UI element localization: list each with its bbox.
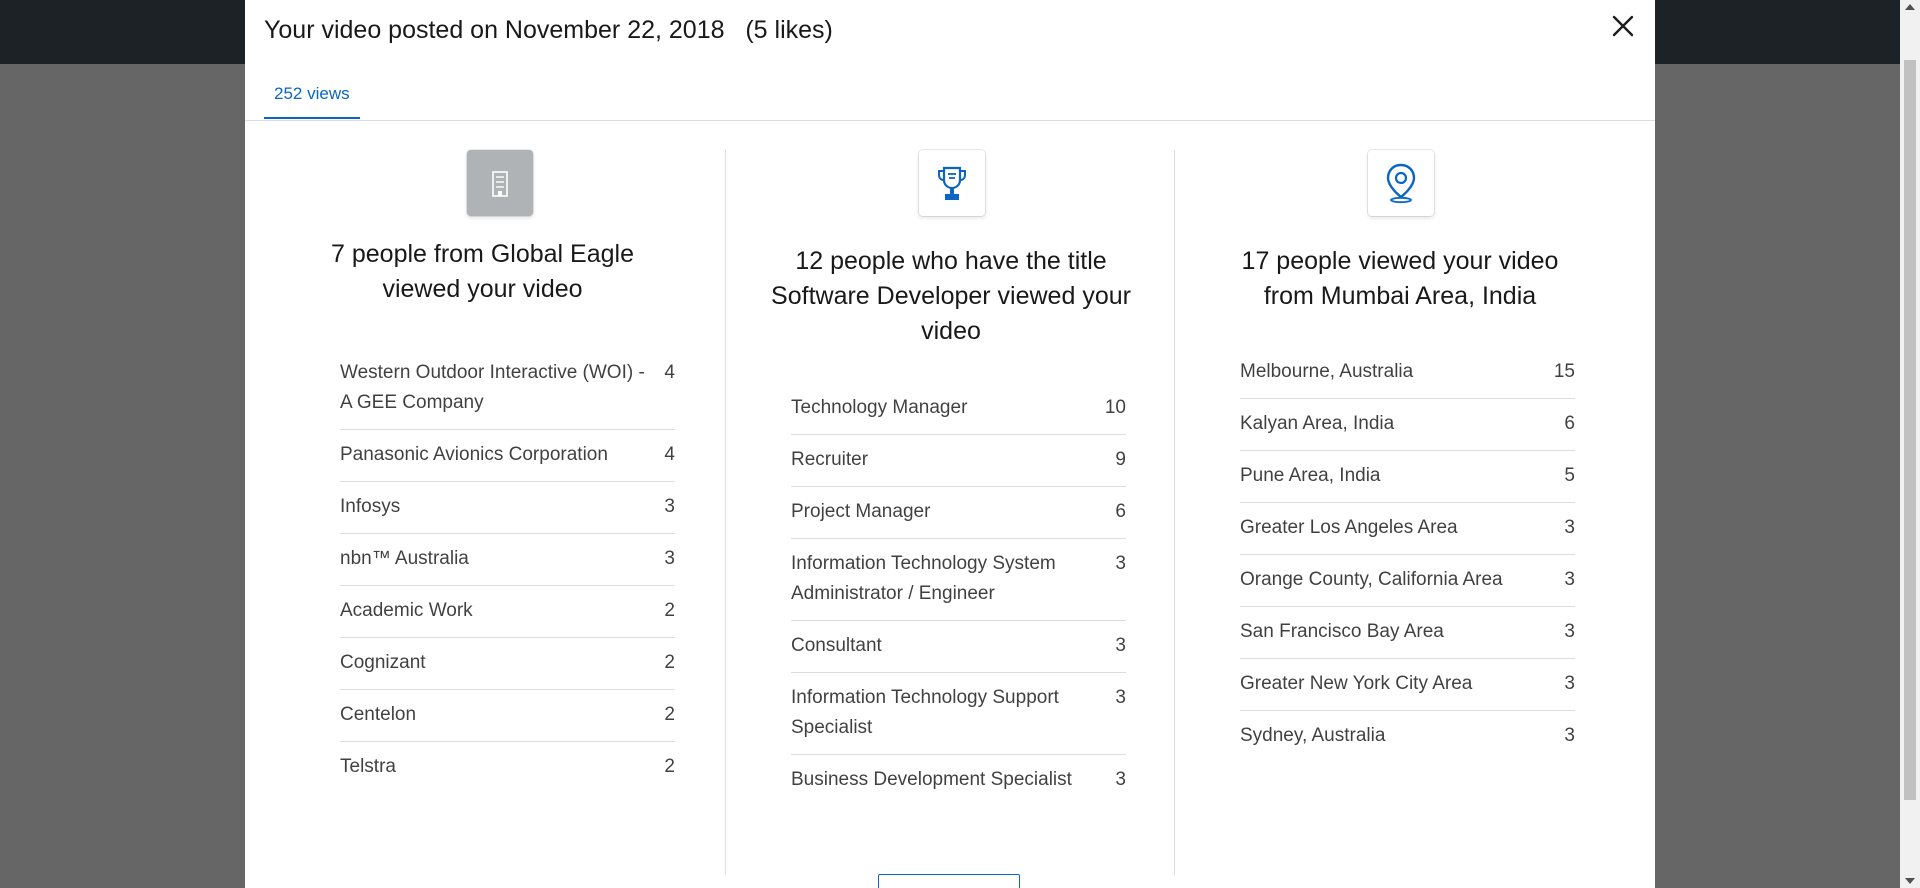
list-item[interactable]: Cognizant 2 xyxy=(340,638,675,690)
list-item-label: Greater New York City Area xyxy=(1240,673,1473,694)
list-item-label: Infosys xyxy=(340,496,401,517)
list-item-count: 6 xyxy=(1564,413,1575,434)
list-item[interactable]: Orange County, California Area 3 xyxy=(1240,555,1575,607)
list-item-count: 3 xyxy=(1115,553,1126,574)
list-item[interactable]: Project Manager 6 xyxy=(791,487,1126,539)
list-item-label: Sydney, Australia xyxy=(1240,725,1386,746)
list-item[interactable]: Greater New York City Area 3 xyxy=(1240,659,1575,711)
list-item[interactable]: Pune Area, India 5 xyxy=(1240,451,1575,503)
company-logo xyxy=(467,150,533,216)
list-item-label: Telstra xyxy=(340,756,396,777)
companies-title: 7 people from Global Eagle viewed your v… xyxy=(331,240,634,303)
close-icon xyxy=(1612,15,1634,37)
list-item[interactable]: San Francisco Bay Area 3 xyxy=(1240,607,1575,659)
list-item[interactable]: Academic Work 2 xyxy=(340,586,675,638)
close-button[interactable] xyxy=(1605,8,1641,44)
companies-column: 7 people from Global Eagle viewed your v… xyxy=(245,150,725,875)
list-item-label: Pune Area, India xyxy=(1240,465,1381,486)
scrollbar-thumb[interactable] xyxy=(1904,60,1916,800)
list-item-label: Business Development Specialist xyxy=(791,769,1072,790)
list-item-label: Kalyan Area, India xyxy=(1240,413,1395,434)
list-item-count: 4 xyxy=(664,362,675,383)
list-item-label: Melbourne, Australia xyxy=(1240,361,1414,382)
page-scrollbar[interactable] xyxy=(1900,0,1920,888)
list-item-label: nbn™ Australia xyxy=(340,548,469,569)
list-item-count: 3 xyxy=(1564,673,1575,694)
list-item-label: Cognizant xyxy=(340,652,426,673)
scroll-up-arrow-icon[interactable] xyxy=(1905,4,1915,10)
list-item-label: Project Manager xyxy=(791,501,931,522)
list-item-count: 10 xyxy=(1104,397,1126,418)
locations-column: 17 people viewed your video from Mumbai … xyxy=(1174,150,1624,875)
list-item-count: 9 xyxy=(1115,449,1126,470)
scroll-down-arrow-icon[interactable] xyxy=(1905,878,1915,884)
list-item-label: Information Technology System Administra… xyxy=(791,553,1056,604)
list-item-count: 3 xyxy=(1564,569,1575,590)
building-icon xyxy=(492,171,508,197)
list-item[interactable]: Information Technology Support Specialis… xyxy=(791,673,1126,755)
list-item[interactable]: Consultant 3 xyxy=(791,621,1126,673)
companies-list: Western Outdoor Interactive (WOI) - A GE… xyxy=(340,348,675,793)
trophy-icon xyxy=(938,166,966,200)
list-item-count: 6 xyxy=(1115,501,1126,522)
tab-bar: 252 views xyxy=(245,70,1655,121)
list-item-label: Centelon xyxy=(340,704,417,725)
list-item-label: San Francisco Bay Area xyxy=(1240,621,1444,642)
location-pin-icon xyxy=(1386,163,1416,204)
list-item-label: Greater Los Angeles Area xyxy=(1240,517,1458,538)
list-item-label: Technology Manager xyxy=(791,397,968,418)
titles-column: 12 people who have the title Software De… xyxy=(725,150,1175,875)
video-analytics-modal: Your video posted on November 22, 2018 (… xyxy=(245,0,1655,888)
list-item-count: 2 xyxy=(664,756,675,777)
list-item[interactable]: Centelon 2 xyxy=(340,690,675,742)
list-item-count: 3 xyxy=(1564,621,1575,642)
modal-title: Your video posted on November 22, 2018 (… xyxy=(264,16,833,44)
list-item-count: 3 xyxy=(1564,517,1575,538)
list-item-label: Consultant xyxy=(791,635,882,656)
list-item[interactable]: Sydney, Australia 3 xyxy=(1240,711,1575,762)
list-item[interactable]: Greater Los Angeles Area 3 xyxy=(1240,503,1575,555)
list-item[interactable]: Telstra 2 xyxy=(340,742,675,793)
list-item-label: Western Outdoor Interactive (WOI) - A GE… xyxy=(340,362,645,413)
list-item-label: Orange County, California Area xyxy=(1240,569,1503,590)
location-icon-box xyxy=(1368,150,1434,216)
list-item-count: 2 xyxy=(664,600,675,621)
list-item[interactable]: Kalyan Area, India 6 xyxy=(1240,399,1575,451)
locations-list: Melbourne, Australia 15 Kalyan Area, Indi… xyxy=(1240,347,1575,762)
title-icon-box xyxy=(919,150,985,216)
list-item[interactable]: Technology Manager 10 xyxy=(791,383,1126,435)
list-item-count: 4 xyxy=(664,444,675,465)
show-more-button[interactable] xyxy=(878,874,1020,888)
list-item-count: 3 xyxy=(1115,635,1126,656)
list-item-label: Academic Work xyxy=(340,600,473,621)
list-item[interactable]: Infosys 3 xyxy=(340,482,675,534)
locations-title: 17 people viewed your video from Mumbai … xyxy=(1241,247,1559,310)
list-item-count: 2 xyxy=(664,704,675,725)
list-item[interactable]: nbn™ Australia 3 xyxy=(340,534,675,586)
list-item[interactable]: Western Outdoor Interactive (WOI) - A GE… xyxy=(340,348,675,430)
list-item-count: 15 xyxy=(1553,361,1575,382)
list-item-label: Recruiter xyxy=(791,449,869,470)
list-item-count: 2 xyxy=(664,652,675,673)
list-item-count: 3 xyxy=(664,496,675,517)
list-item[interactable]: Melbourne, Australia 15 xyxy=(1240,347,1575,399)
titles-title: 12 people who have the title Software De… xyxy=(771,247,1131,345)
titles-list: Technology Manager 10 Recruiter 9 Project … xyxy=(791,383,1126,806)
list-item[interactable]: Recruiter 9 xyxy=(791,435,1126,487)
list-item[interactable]: Panasonic Avionics Corporation 4 xyxy=(340,430,675,482)
list-item-label: Panasonic Avionics Corporation xyxy=(340,444,608,465)
list-item-count: 3 xyxy=(1115,769,1126,790)
list-item-count: 3 xyxy=(1564,725,1575,746)
list-item-count: 5 xyxy=(1564,465,1575,486)
tab-views[interactable]: 252 views xyxy=(264,70,360,119)
list-item[interactable]: Information Technology System Administra… xyxy=(791,539,1126,621)
list-item-label: Information Technology Support Specialis… xyxy=(791,687,1059,738)
list-item[interactable]: Business Development Specialist 3 xyxy=(791,755,1126,806)
list-item-count: 3 xyxy=(1115,687,1126,708)
list-item-count: 3 xyxy=(664,548,675,569)
